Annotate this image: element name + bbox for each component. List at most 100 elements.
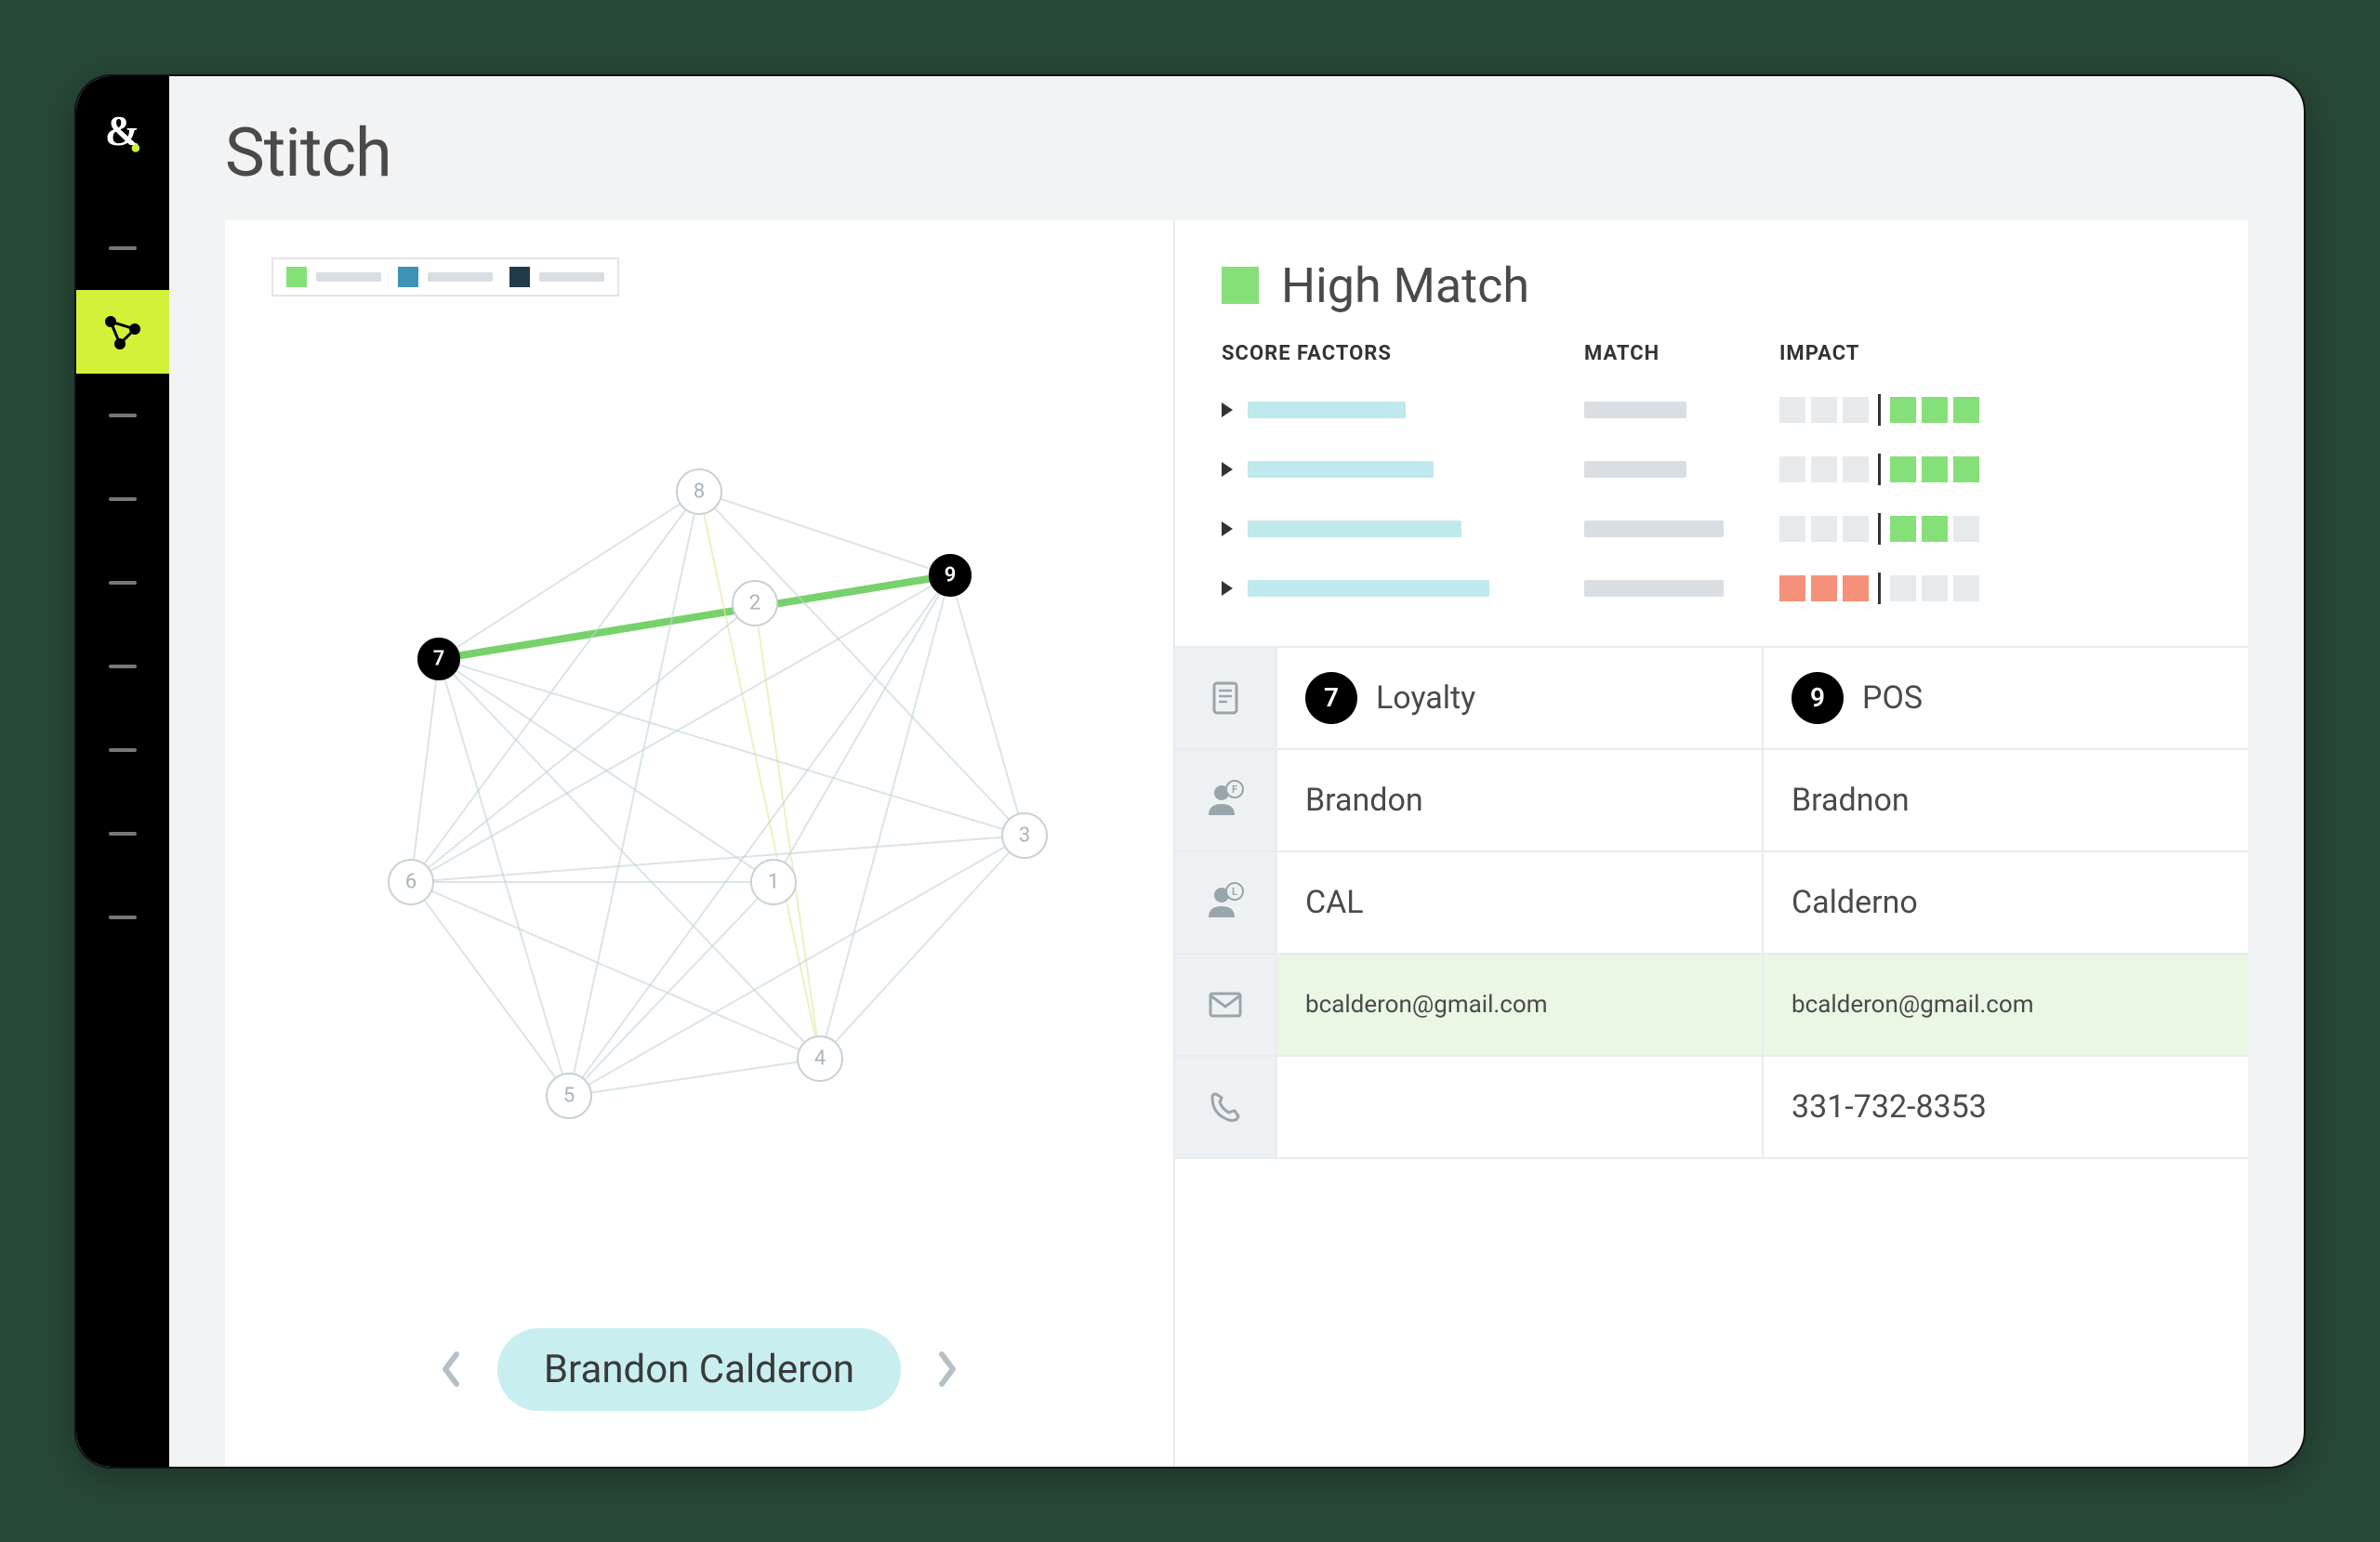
compare-cell-a: Brandon [1277, 750, 1764, 850]
graph-edge [411, 882, 569, 1096]
svg-text:F: F [1232, 784, 1237, 796]
col-header-factors: SCORE FACTORS [1222, 342, 1584, 365]
match-bar [1584, 580, 1724, 597]
content: 829736145 Brandon Calderon High Match [169, 220, 2304, 1467]
header: Stitch [169, 76, 2304, 220]
compare-cell-b: Bradnon [1764, 750, 2248, 850]
person-l-icon: L [1175, 852, 1277, 953]
graph-node-label: 3 [1019, 824, 1030, 847]
graph-edge [439, 659, 1025, 836]
graph-node-label: 4 [814, 1047, 826, 1070]
compare-row: 7Loyalty9POS [1175, 648, 2248, 750]
chevron-left-icon [438, 1351, 464, 1388]
expand-triangle-icon[interactable] [1222, 521, 1233, 536]
match-bar [1584, 521, 1724, 537]
legend-swatch-2 [398, 267, 418, 287]
sidebar-item-6[interactable] [76, 625, 169, 708]
sidebar-item-3[interactable] [76, 374, 169, 457]
app-window: & Stitch [74, 74, 2306, 1469]
match-bar [1584, 402, 1686, 418]
graph-node-label: 2 [749, 591, 760, 614]
mail-icon [1175, 955, 1277, 1055]
sidebar-item-4[interactable] [76, 457, 169, 541]
compare-row: 331-732-8353 [1175, 1057, 2248, 1159]
compare-cell-a: 7Loyalty [1277, 648, 1764, 748]
legend-bar-3 [539, 272, 604, 282]
compare-cell-b: bcalderon@gmail.com [1764, 955, 2248, 1055]
impact-cells [1779, 513, 2202, 545]
factor-row[interactable] [1175, 499, 2248, 559]
factor-bar [1248, 521, 1461, 537]
expand-triangle-icon[interactable] [1222, 402, 1233, 417]
match-title: High Match [1281, 257, 1529, 314]
sidebar: & [76, 76, 169, 1467]
node-badge: 9 [1792, 672, 1844, 724]
document-icon [1175, 648, 1277, 748]
compare-table: 7Loyalty9POS F BrandonBradnon L CALCaldernob… [1175, 646, 2248, 1467]
legend-item-2 [398, 267, 493, 287]
graph-edge [411, 836, 1025, 882]
factor-bar [1248, 461, 1434, 478]
graph-edge [569, 1059, 820, 1096]
person-navigator: Brandon Calderon [271, 1319, 1127, 1430]
network-icon [101, 310, 144, 353]
compare-row: bcalderon@gmail.combcalderon@gmail.com [1175, 955, 2248, 1057]
graph-edge [569, 836, 1025, 1096]
match-bar [1584, 461, 1686, 478]
compare-cell-b: Calderno [1764, 852, 2248, 953]
factor-bar [1248, 402, 1406, 418]
graph-edge [439, 659, 569, 1096]
graph-area[interactable]: 829736145 [271, 297, 1127, 1319]
match-swatch [1222, 267, 1259, 304]
expand-triangle-icon[interactable] [1222, 462, 1233, 477]
graph-node-label: 7 [433, 647, 445, 670]
graph-edge [411, 492, 699, 882]
impact-cells [1779, 573, 2202, 604]
graph-edge [820, 575, 950, 1059]
sidebar-item-8[interactable] [76, 792, 169, 876]
factor-row[interactable] [1175, 440, 2248, 499]
legend-swatch-3 [509, 267, 530, 287]
impact-cells [1779, 394, 2202, 426]
impact-cells [1779, 454, 2202, 485]
compare-cell-a: bcalderon@gmail.com [1277, 955, 1764, 1055]
app-logo-icon: & [95, 104, 151, 160]
compare-cell-b: 9POS [1764, 648, 2248, 748]
prev-person-button[interactable] [432, 1351, 469, 1388]
graph-legend [271, 257, 619, 297]
factor-rows [1175, 380, 2248, 618]
legend-bar-2 [428, 272, 493, 282]
factors-columns-header: SCORE FACTORS MATCH IMPACT [1175, 342, 2248, 380]
col-header-impact: IMPACT [1779, 342, 2202, 365]
node-badge: 7 [1305, 672, 1357, 724]
sidebar-item-5[interactable] [76, 541, 169, 625]
sidebar-item-stitch[interactable] [76, 290, 169, 374]
legend-item-3 [509, 267, 604, 287]
graph-edge [569, 575, 950, 1096]
svg-text:L: L [1232, 886, 1237, 898]
compare-cell-a: CAL [1277, 852, 1764, 953]
graph-edge [569, 882, 774, 1096]
identity-graph[interactable]: 829736145 [299, 427, 1099, 1189]
match-header: High Match [1175, 220, 2248, 342]
compare-row: F BrandonBradnon [1175, 750, 2248, 852]
graph-edge [569, 492, 699, 1096]
factor-row[interactable] [1175, 559, 2248, 618]
phone-icon [1175, 1057, 1277, 1157]
graph-node-label: 5 [563, 1084, 575, 1107]
graph-edge [699, 492, 950, 575]
sidebar-item-1[interactable] [76, 206, 169, 290]
compare-cell-b: 331-732-8353 [1764, 1057, 2248, 1157]
factor-row[interactable] [1175, 380, 2248, 440]
expand-triangle-icon[interactable] [1222, 581, 1233, 596]
graph-edge [411, 603, 755, 882]
next-person-button[interactable] [929, 1351, 966, 1388]
graph-node-label: 9 [945, 563, 957, 586]
graph-edge [439, 575, 950, 659]
graph-edge [439, 659, 774, 882]
graph-node-label: 8 [694, 480, 705, 503]
sidebar-item-9[interactable] [76, 876, 169, 959]
sidebar-item-7[interactable] [76, 708, 169, 792]
compare-row: L CALCalderno [1175, 852, 2248, 955]
graph-edge [699, 492, 820, 1059]
